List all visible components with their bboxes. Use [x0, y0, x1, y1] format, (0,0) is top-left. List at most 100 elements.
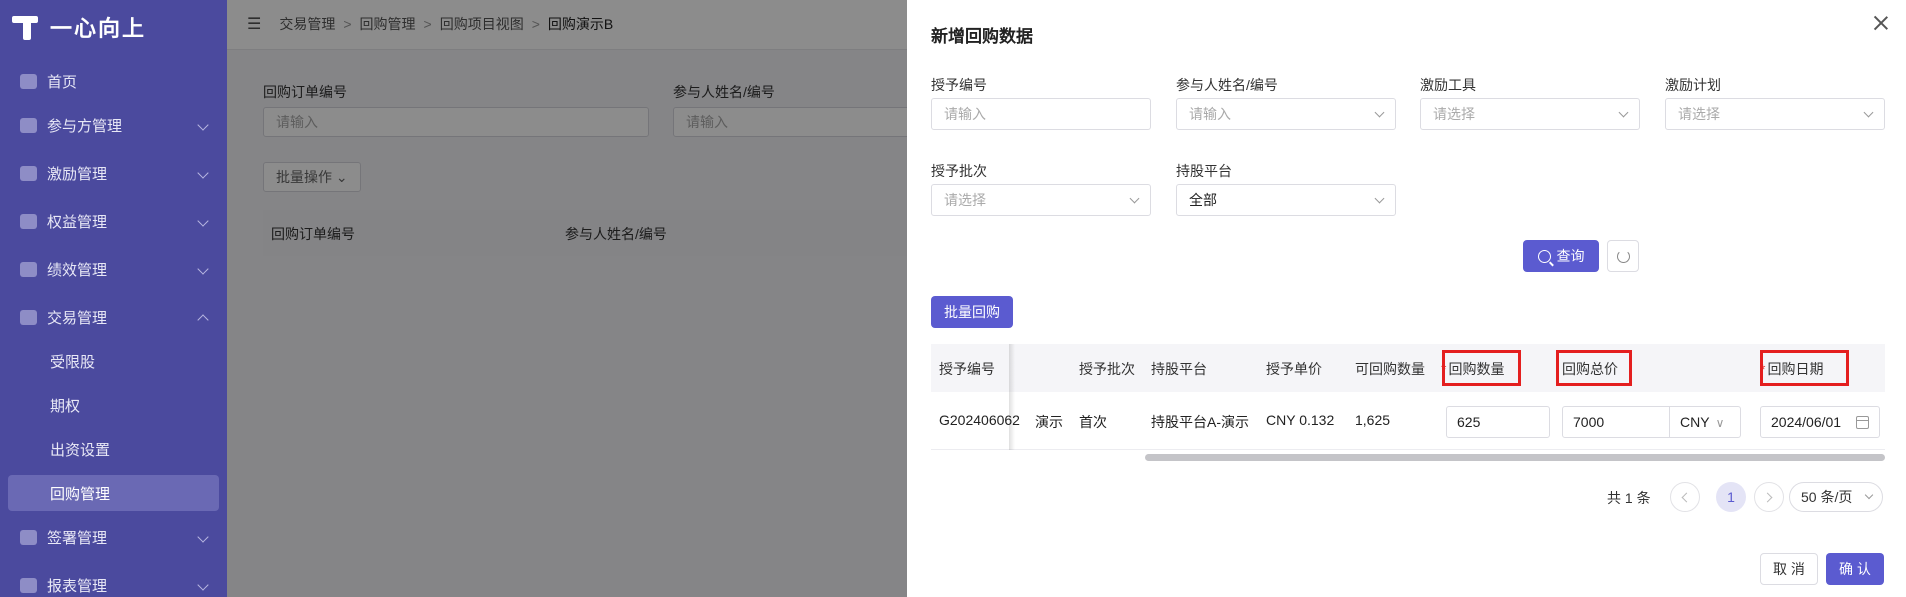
field-label: 授予批次: [931, 163, 987, 179]
nav-item-incentive[interactable]: 激励管理: [0, 155, 227, 191]
field-label: 授予编号: [931, 77, 987, 93]
field-label: 激励工具: [1420, 77, 1476, 93]
nav-item-label: 签署管理: [47, 529, 108, 547]
tool-placeholder: 请选择: [1433, 106, 1475, 122]
nav-item-home[interactable]: 首页: [0, 63, 227, 99]
nav-item-label: 报表管理: [47, 577, 108, 595]
sub-item-restricted-stock[interactable]: 受限股: [0, 343, 227, 379]
drawer-title: 新增回购数据: [931, 27, 1033, 46]
participants-icon: [20, 117, 37, 133]
trading-icon: [20, 309, 37, 325]
currency-value: CNY: [1680, 414, 1710, 430]
logo-icon: [12, 14, 42, 40]
sub-item-contribution[interactable]: 出资设置: [0, 431, 227, 467]
nav-item-equity[interactable]: 权益管理: [0, 203, 227, 239]
search-button[interactable]: 查询: [1523, 240, 1599, 272]
page-size-value: 50 条/页: [1801, 489, 1853, 505]
nav-item-label: 首页: [47, 73, 78, 91]
nav-item-label: 激励管理: [47, 165, 108, 183]
scrollbar-thumb[interactable]: [1145, 454, 1885, 461]
sub-item-label: 回购管理: [50, 485, 111, 503]
column-header: 可回购数量: [1355, 361, 1425, 377]
chevron-down-icon: ∨: [1715, 416, 1725, 430]
cancel-button[interactable]: 取 消: [1760, 553, 1818, 585]
table-header: 授予编号 授予批次 持股平台 授予单价 可回购数量 * 回购数量 回购总价 * 回购…: [931, 344, 1885, 392]
logo: 一心向上: [12, 12, 146, 42]
chevron-up-icon: [197, 314, 209, 326]
plan-placeholder: 请选择: [1678, 106, 1720, 122]
grant-no-input[interactable]: 请输入: [931, 98, 1151, 130]
participant-cell: 演示: [1035, 414, 1063, 430]
platform-value: 全部: [1189, 192, 1217, 208]
search-label: 查询: [1556, 248, 1585, 264]
buyback-date-input[interactable]: 2024/06/01: [1760, 406, 1880, 438]
nav-item-performance[interactable]: 绩效管理: [0, 251, 227, 287]
chevron-down-icon: [197, 263, 209, 275]
sub-item-label: 期权: [50, 397, 81, 415]
unit-price-cell: CNY 0.132: [1266, 412, 1335, 428]
buyback-qty-input[interactable]: 625: [1446, 406, 1550, 438]
pagination-total: 共 1 条: [1607, 490, 1651, 506]
participant-placeholder: 请输入: [1189, 106, 1231, 122]
nav-item-trading[interactable]: 交易管理: [0, 299, 227, 335]
chevron-down-icon: [197, 119, 209, 131]
sub-item-options[interactable]: 期权: [0, 387, 227, 423]
nav-item-participants[interactable]: 参与方管理: [0, 107, 227, 143]
column-header: 授予单价: [1266, 361, 1322, 377]
currency-select[interactable]: CNY ∨: [1669, 406, 1741, 438]
chevron-down-icon: [1618, 107, 1629, 118]
chevron-down-icon: [1863, 107, 1874, 118]
incentive-plan-select[interactable]: 请选择: [1665, 98, 1885, 130]
field-label: 持股平台: [1176, 163, 1232, 179]
field-label: 激励计划: [1665, 77, 1721, 93]
performance-icon: [20, 261, 37, 277]
grant-batch-select[interactable]: 请选择: [931, 184, 1151, 216]
participant-select[interactable]: 请输入: [1176, 98, 1396, 130]
highlight-box: [1442, 350, 1521, 386]
page-1-button[interactable]: 1: [1716, 482, 1746, 512]
batch-placeholder: 请选择: [944, 192, 986, 208]
calendar-icon: [1856, 416, 1869, 429]
highlight-box: [1556, 350, 1632, 386]
available-cell: 1,625: [1355, 412, 1391, 428]
reset-button[interactable]: [1607, 240, 1639, 272]
close-icon[interactable]: [1872, 14, 1890, 32]
sub-item-label: 受限股: [50, 353, 96, 371]
sub-item-buyback[interactable]: 回购管理: [8, 475, 219, 511]
confirm-button[interactable]: 确 认: [1826, 553, 1884, 585]
chevron-down-icon: [1864, 490, 1874, 500]
nav-item-label: 权益管理: [47, 213, 108, 231]
chevron-left-icon: [1681, 492, 1692, 503]
nav-item-reports[interactable]: 报表管理: [0, 567, 227, 597]
signing-icon: [20, 529, 37, 545]
sub-item-label: 出资设置: [50, 441, 111, 459]
chevron-down-icon: [1374, 107, 1385, 118]
logo-text: 一心向上: [50, 16, 147, 41]
batch-buyback-button[interactable]: 批量回购: [931, 296, 1013, 328]
batch-cell: 首次: [1079, 414, 1107, 430]
platform-select[interactable]: 全部: [1176, 184, 1396, 216]
date-value: 2024/06/01: [1771, 414, 1842, 430]
fixed-column-shadow: [1009, 344, 1015, 450]
incentive-tool-select[interactable]: 请选择: [1420, 98, 1640, 130]
nav-item-label: 绩效管理: [47, 261, 108, 279]
chevron-down-icon: [1129, 193, 1140, 204]
nav-item-signing[interactable]: 签署管理: [0, 519, 227, 555]
chevron-down-icon: [1374, 193, 1385, 204]
column-header: 授予批次: [1079, 361, 1135, 377]
platform-cell: 持股平台A-演示: [1151, 414, 1249, 430]
incentive-icon: [20, 165, 37, 181]
sidebar: 一心向上 首页 参与方管理 激励管理 权益管理 绩效管理 交易管理 受限股 期权…: [0, 0, 227, 597]
highlight-box: [1760, 350, 1849, 386]
nav-item-label: 参与方管理: [47, 117, 123, 135]
horizontal-scrollbar[interactable]: [931, 452, 1885, 462]
prev-page-button[interactable]: [1670, 482, 1700, 512]
refresh-icon: [1617, 250, 1630, 263]
nav-item-label: 交易管理: [47, 309, 108, 327]
buyback-total-input[interactable]: 7000: [1562, 406, 1670, 438]
chevron-down-icon: [197, 531, 209, 543]
next-page-button[interactable]: [1754, 482, 1784, 512]
page-size-select[interactable]: 50 条/页: [1789, 482, 1883, 512]
chevron-down-icon: [197, 167, 209, 179]
field-label: 参与人姓名/编号: [1176, 77, 1278, 93]
